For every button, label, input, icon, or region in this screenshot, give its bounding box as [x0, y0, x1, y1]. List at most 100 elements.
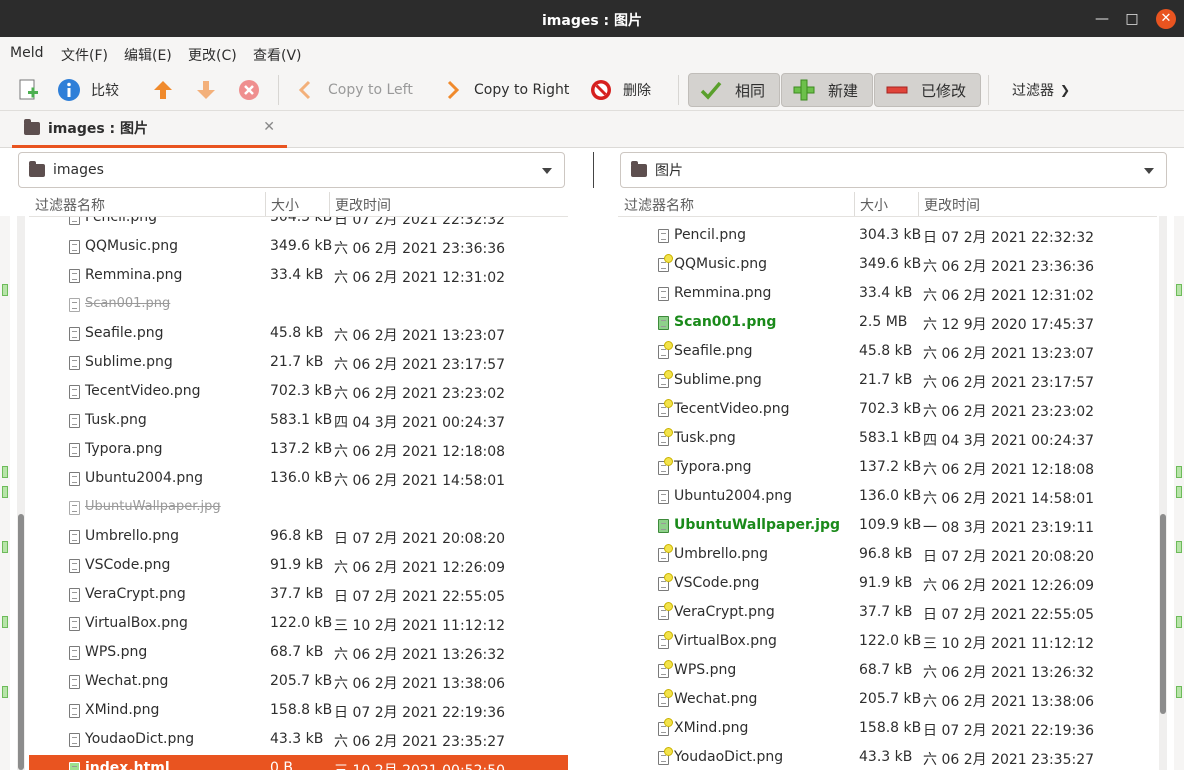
change-marker[interactable] [2, 284, 8, 296]
file-row[interactable]: Remmina.png 33.4 kB 六 06 2月 2021 12:31:02 [29, 262, 568, 291]
file-row[interactable]: Sublime.png 21.7 kB 六 06 2月 2021 23:17:57 [618, 367, 1157, 396]
file-row[interactable]: WPS.png 68.7 kB 六 06 2月 2021 13:26:32 [29, 639, 568, 668]
right-scrollbar[interactable] [1159, 216, 1167, 770]
file-row[interactable]: Umbrello.png 96.8 kB 日 07 2月 2021 20:08:20 [29, 523, 568, 552]
filter-menu-button[interactable]: 过滤器 ❯ [1012, 75, 1070, 105]
left-scrollbar[interactable] [17, 216, 25, 770]
file-row[interactable]: Wechat.png 205.7 kB 六 06 2月 2021 13:38:06 [618, 686, 1157, 715]
file-row[interactable]: Scan001.png [29, 291, 568, 320]
file-name: XMind.png [674, 720, 749, 736]
file-icon [69, 269, 80, 283]
change-marker[interactable] [1176, 466, 1182, 478]
header-name[interactable]: 过滤器名称 [35, 195, 105, 215]
file-row[interactable]: YoudaoDict.png 43.3 kB 六 06 2月 2021 23:35:… [618, 744, 1157, 770]
delete-button[interactable]: 删除 [589, 75, 651, 105]
new-comparison-button[interactable] [16, 75, 40, 105]
menu-file[interactable]: 文件(F) [61, 45, 108, 65]
file-name: YoudaoDict.png [674, 749, 784, 765]
file-row[interactable]: Typora.png 137.2 kB 六 06 2月 2021 12:18:08 [618, 454, 1157, 483]
change-marker[interactable] [2, 541, 8, 553]
change-marker[interactable] [2, 686, 8, 698]
next-change-button[interactable] [194, 75, 218, 105]
file-row[interactable]: Pencil.png 304.3 kB 日 07 2月 2021 22:32:32 [29, 217, 568, 233]
file-row[interactable]: QQMusic.png 349.6 kB 六 06 2月 2021 23:36:36 [29, 233, 568, 262]
file-row[interactable]: UbuntuWallpaper.jpg [29, 494, 568, 523]
file-row[interactable]: XMind.png 158.8 kB 日 07 2月 2021 22:19:36 [618, 715, 1157, 744]
header-name[interactable]: 过滤器名称 [624, 195, 694, 215]
compare-button[interactable]: 比较 [57, 75, 119, 105]
copy-to-right-button[interactable]: Copy to Right [440, 75, 569, 105]
file-row[interactable]: UbuntuWallpaper.jpg 109.9 kB 一 08 3月 2021 … [618, 512, 1157, 541]
file-row[interactable]: Ubuntu2004.png 136.0 kB 六 06 2月 2021 14:58… [618, 483, 1157, 512]
menu-bar: Meld 文件(F) 编辑(E) 更改(C) 查看(V) [0, 37, 1184, 69]
change-marker[interactable] [2, 486, 8, 498]
menu-edit[interactable]: 编辑(E) [124, 45, 172, 65]
right-path-combo[interactable]: 图片 [620, 152, 1167, 188]
menu-meld[interactable]: Meld [10, 45, 43, 61]
filter-same-toggle[interactable]: 相同 [688, 73, 780, 107]
scrollbar-thumb[interactable] [18, 514, 24, 770]
change-marker[interactable] [2, 466, 8, 478]
file-row[interactable]: Remmina.png 33.4 kB 六 06 2月 2021 12:31:02 [618, 280, 1157, 309]
file-size: 349.6 kB [270, 238, 333, 254]
filter-modified-toggle[interactable]: 已修改 [874, 73, 981, 107]
file-size: 158.8 kB [270, 702, 333, 718]
file-row[interactable]: TecentVideo.png 702.3 kB 六 06 2月 2021 23:2… [618, 396, 1157, 425]
change-marker[interactable] [1176, 541, 1182, 553]
file-row[interactable]: VirtualBox.png 122.0 kB 三 10 2月 2021 11:12… [29, 610, 568, 639]
file-icon [658, 602, 673, 620]
menu-changes[interactable]: 更改(C) [188, 45, 237, 65]
file-row[interactable]: Ubuntu2004.png 136.0 kB 六 06 2月 2021 14:58… [29, 465, 568, 494]
file-row[interactable]: VeraCrypt.png 37.7 kB 日 07 2月 2021 22:55:0… [618, 599, 1157, 628]
change-marker[interactable] [1176, 616, 1182, 628]
scrollbar-thumb[interactable] [1160, 514, 1166, 714]
file-row[interactable]: Sublime.png 21.7 kB 六 06 2月 2021 23:17:57 [29, 349, 568, 378]
header-size[interactable]: 大小 [271, 195, 299, 215]
close-tab-icon[interactable]: ✕ [263, 119, 275, 135]
left-path-combo[interactable]: images [18, 152, 565, 188]
file-row[interactable]: Seafile.png 45.8 kB 六 06 2月 2021 13:23:07 [618, 338, 1157, 367]
file-row[interactable]: Pencil.png 304.3 kB 日 07 2月 2021 22:32:32 [618, 222, 1157, 251]
file-row[interactable]: WPS.png 68.7 kB 六 06 2月 2021 13:26:32 [618, 657, 1157, 686]
file-row[interactable]: QQMusic.png 349.6 kB 六 06 2月 2021 23:36:36 [618, 251, 1157, 280]
file-name: Tusk.png [674, 430, 736, 446]
stop-button[interactable] [237, 75, 261, 105]
file-row[interactable]: VSCode.png 91.9 kB 六 06 2月 2021 12:26:09 [29, 552, 568, 581]
file-row[interactable]: XMind.png 158.8 kB 日 07 2月 2021 22:19:36 [29, 697, 568, 726]
change-marker[interactable] [1176, 486, 1182, 498]
file-row[interactable]: VeraCrypt.png 37.7 kB 日 07 2月 2021 22:55:0… [29, 581, 568, 610]
header-modified[interactable]: 更改时间 [924, 195, 980, 215]
change-marker[interactable] [2, 616, 8, 628]
file-row[interactable]: VSCode.png 91.9 kB 六 06 2月 2021 12:26:09 [618, 570, 1157, 599]
filter-new-toggle[interactable]: 新建 [781, 73, 873, 107]
header-modified[interactable]: 更改时间 [335, 195, 391, 215]
file-row[interactable]: Wechat.png 205.7 kB 六 06 2月 2021 13:38:06 [29, 668, 568, 697]
file-row[interactable]: Tusk.png 583.1 kB 四 04 3月 2021 00:24:37 [29, 407, 568, 436]
file-row[interactable]: Tusk.png 583.1 kB 四 04 3月 2021 00:24:37 [618, 425, 1157, 454]
minimize-icon[interactable]: — [1092, 9, 1112, 29]
file-row[interactable]: VirtualBox.png 122.0 kB 三 10 2月 2021 11:12… [618, 628, 1157, 657]
change-marker[interactable] [1176, 284, 1182, 296]
file-row[interactable]: Typora.png 137.2 kB 六 06 2月 2021 12:18:08 [29, 436, 568, 465]
prev-change-button[interactable] [151, 75, 175, 105]
file-row[interactable]: Seafile.png 45.8 kB 六 06 2月 2021 13:23:07 [29, 320, 568, 349]
right-file-list[interactable]: Pencil.png 304.3 kB 日 07 2月 2021 22:32:32 Q… [618, 216, 1157, 770]
file-row[interactable]: YoudaoDict.png 43.3 kB 六 06 2月 2021 23:35:… [29, 726, 568, 755]
file-row[interactable]: Scan001.png 2.5 MB 六 12 9月 2020 17:45:37 [618, 309, 1157, 338]
file-name: Sublime.png [85, 354, 173, 370]
header-size[interactable]: 大小 [860, 195, 888, 215]
tab-images[interactable]: images : 图片 ✕ [12, 111, 287, 148]
file-date: 六 06 2月 2021 13:38:06 [923, 694, 1095, 710]
file-row[interactable]: index.html 0 B 三 10 2月 2021 00:52:50 [29, 755, 568, 770]
file-row[interactable]: Umbrello.png 96.8 kB 日 07 2月 2021 20:08:20 [618, 541, 1157, 570]
change-marker[interactable] [1176, 686, 1182, 698]
maximize-icon[interactable]: □ [1122, 9, 1142, 29]
file-row[interactable]: TecentVideo.png 702.3 kB 六 06 2月 2021 23:2… [29, 378, 568, 407]
file-date: 日 07 2月 2021 22:55:05 [334, 589, 506, 605]
left-file-list[interactable]: Pencil.png 304.3 kB 日 07 2月 2021 22:32:32 Q… [29, 216, 568, 770]
copy-to-left-button[interactable]: Copy to Left [294, 75, 413, 105]
menu-view[interactable]: 查看(V) [253, 45, 302, 65]
window-titlebar[interactable]: images : 图片 — □ ✕ [0, 0, 1184, 37]
delete-icon [589, 78, 613, 102]
close-window-icon[interactable]: ✕ [1156, 9, 1176, 29]
